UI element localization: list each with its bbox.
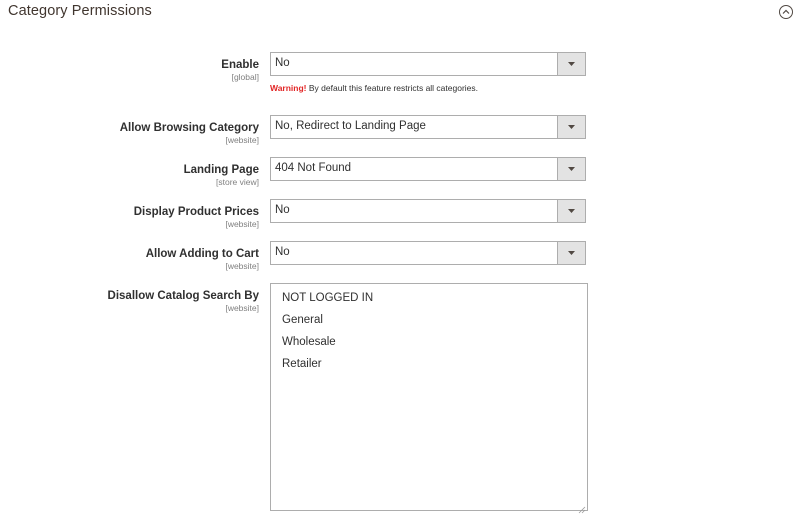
dropdown-button[interactable] [557, 116, 585, 138]
allow-browsing-scope: [website] [225, 135, 259, 145]
field-label-group: Allow Browsing Category [website] [0, 121, 259, 145]
section-header[interactable]: Category Permissions [8, 3, 794, 23]
enable-label: Enable [221, 59, 259, 71]
multiselect-option[interactable]: General [282, 314, 323, 326]
disallow-search-label: Disallow Catalog Search By [107, 290, 259, 302]
multiselect-option[interactable]: Retailer [282, 358, 322, 370]
allow-cart-select-value: No [275, 246, 290, 258]
multiselect-option[interactable]: Wholesale [282, 336, 336, 348]
field-label-group: Enable [global] [0, 58, 259, 82]
chevron-up-circle-icon[interactable] [778, 4, 794, 20]
display-prices-select-value: No [275, 204, 290, 216]
dropdown-button[interactable] [557, 200, 585, 222]
dropdown-button[interactable] [557, 158, 585, 180]
enable-scope: [global] [231, 72, 259, 82]
field-label-group: Landing Page [store view] [0, 163, 259, 187]
display-prices-select[interactable]: No [270, 199, 586, 223]
section-title[interactable]: Category Permissions [8, 3, 152, 19]
multiselect-option[interactable]: NOT LOGGED IN [282, 292, 373, 304]
field-label-group: Display Product Prices [website] [0, 205, 259, 229]
dropdown-button[interactable] [557, 242, 585, 264]
allow-browsing-label: Allow Browsing Category [119, 122, 259, 134]
allow-browsing-select[interactable]: No, Redirect to Landing Page [270, 115, 586, 139]
disallow-search-scope: [website] [225, 303, 259, 313]
display-prices-label: Display Product Prices [133, 206, 259, 218]
enable-select[interactable]: No [270, 52, 586, 76]
caret-down-icon [568, 125, 575, 129]
dropdown-button[interactable] [557, 53, 585, 75]
caret-down-icon [568, 251, 575, 255]
enable-select-value: No [275, 57, 290, 69]
field-label-group: Disallow Catalog Search By [website] [0, 289, 259, 313]
landing-page-label: Landing Page [183, 164, 259, 176]
landing-page-select[interactable]: 404 Not Found [270, 157, 586, 181]
allow-browsing-select-value: No, Redirect to Landing Page [275, 120, 426, 132]
landing-page-scope: [store view] [216, 177, 259, 187]
allow-cart-select[interactable]: No [270, 241, 586, 265]
caret-down-icon [568, 209, 575, 213]
display-prices-scope: [website] [225, 219, 259, 229]
resize-handle-icon[interactable] [578, 501, 586, 514]
caret-down-icon [568, 167, 575, 171]
allow-cart-label: Allow Adding to Cart [145, 248, 259, 260]
enable-warning: Warning! By default this feature restric… [270, 83, 478, 93]
caret-down-icon [568, 62, 575, 66]
field-label-group: Allow Adding to Cart [website] [0, 247, 259, 271]
allow-cart-scope: [website] [225, 261, 259, 271]
warning-label: Warning! [270, 83, 307, 93]
warning-text: By default this feature restricts all ca… [306, 83, 479, 93]
landing-page-select-value: 404 Not Found [275, 162, 352, 174]
disallow-search-multiselect[interactable]: NOT LOGGED IN General Wholesale Retailer [270, 283, 588, 514]
